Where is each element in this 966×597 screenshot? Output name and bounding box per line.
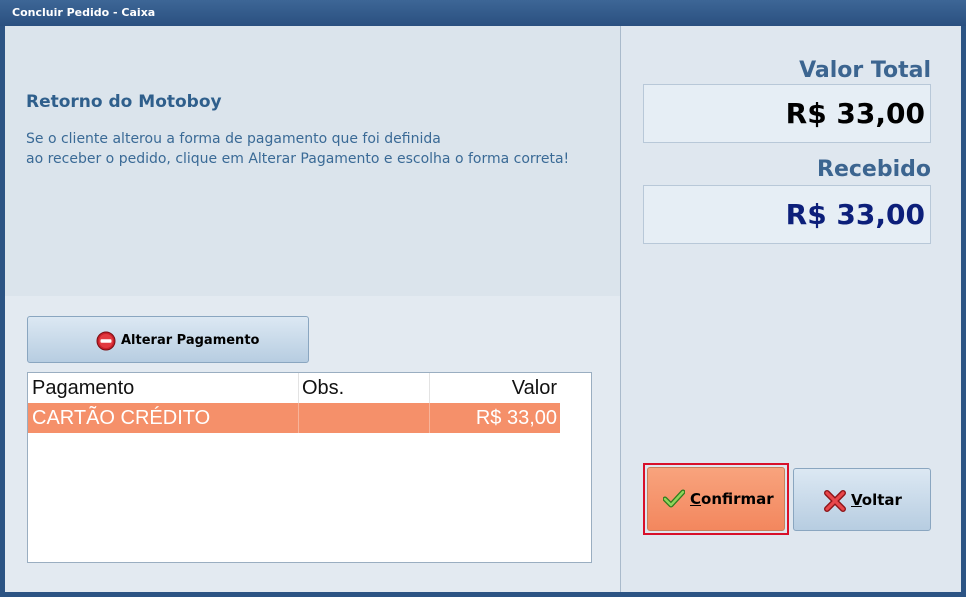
cell-obs (299, 403, 430, 433)
info-panel: Retorno do Motoboy Se o cliente alterou … (5, 26, 620, 296)
received-value-box: R$ 33,00 (643, 185, 931, 244)
summary-pane: Valor Total R$ 33,00 Recebido R$ 33,00 C… (621, 26, 961, 592)
info-line-1: Se o cliente alterou a forma de pagament… (26, 131, 441, 147)
back-button[interactable]: Voltar (793, 468, 931, 531)
window-title: Concluir Pedido - Caixa (12, 6, 156, 19)
grid-header: Pagamento Obs. Valor (28, 373, 560, 404)
table-row[interactable]: CARTÃO CRÉDITO R$ 33,00 (28, 403, 560, 433)
check-icon (663, 489, 685, 508)
title-bar[interactable]: Concluir Pedido - Caixa (0, 0, 966, 26)
confirm-button[interactable]: Confirmar (647, 467, 785, 531)
info-line-2: ao receber o pedido, clique em Alterar P… (26, 151, 570, 167)
received-label: Recebido (817, 157, 931, 182)
close-icon (824, 490, 846, 512)
total-value: R$ 33,00 (785, 97, 925, 130)
back-label-rest: oltar (861, 491, 902, 509)
confirm-focus-frame: Confirmar (643, 463, 789, 535)
column-header-obs[interactable]: Obs. (299, 373, 430, 403)
confirm-label: Confirmar (690, 490, 774, 508)
back-mnemonic: V (851, 491, 862, 509)
column-header-pagamento[interactable]: Pagamento (28, 373, 299, 403)
confirm-mnemonic: C (690, 490, 702, 508)
cell-pagamento: CARTÃO CRÉDITO (28, 403, 299, 433)
back-label: Voltar (851, 491, 902, 509)
total-label: Valor Total (799, 58, 931, 83)
payments-grid[interactable]: Pagamento Obs. Valor CARTÃO CRÉDITO R$ 3… (27, 372, 592, 563)
alter-payment-label: Alterar Pagamento (121, 333, 260, 348)
received-value: R$ 33,00 (785, 198, 925, 231)
confirm-label-rest: onfirmar (701, 490, 774, 508)
alter-payment-button[interactable]: Alterar Pagamento (27, 316, 309, 363)
total-value-box: R$ 33,00 (643, 84, 931, 143)
stop-icon (96, 331, 116, 351)
column-header-valor[interactable]: Valor (430, 373, 560, 403)
info-description: Se o cliente alterou a forma de pagament… (26, 129, 569, 169)
dialog-client-area: Retorno do Motoboy Se o cliente alterou … (5, 26, 961, 592)
cell-valor: R$ 33,00 (475, 407, 557, 429)
left-pane: Retorno do Motoboy Se o cliente alterou … (5, 26, 620, 592)
info-heading: Retorno do Motoboy (26, 92, 222, 112)
dialog-window: Concluir Pedido - Caixa Retorno do Motob… (0, 0, 966, 597)
